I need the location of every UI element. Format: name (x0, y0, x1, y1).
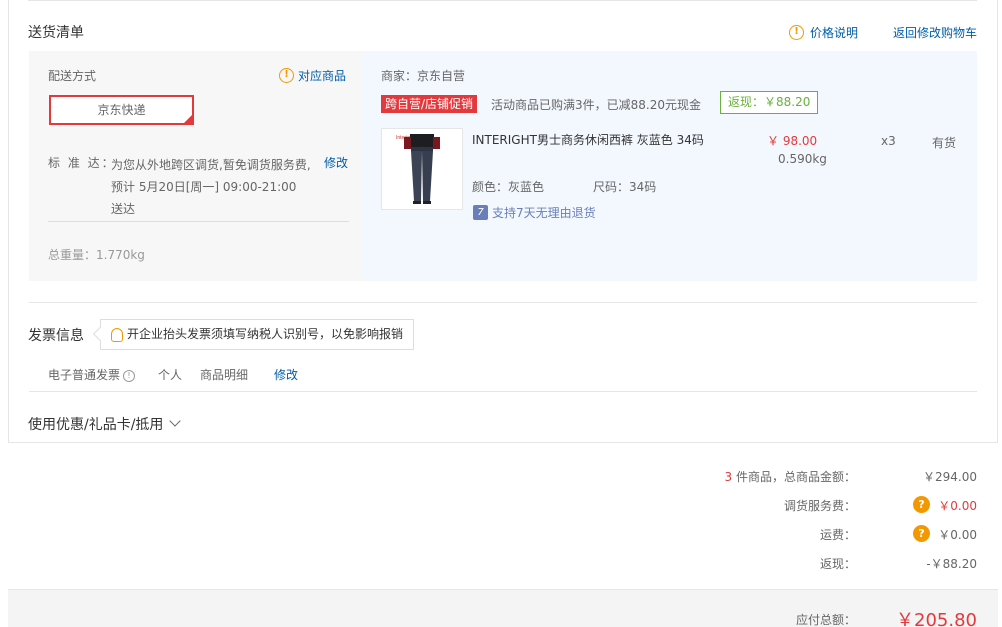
express-label: 京东快递 (97, 103, 146, 117)
price-explain-label: 价格说明 (810, 26, 859, 40)
modify-delivery-link[interactable]: 修改 (324, 154, 348, 171)
product-name-link[interactable]: INTERIGHT男士商务休闲西裤 灰蓝色 34码 (472, 131, 704, 148)
invoice-content-type: 商品明细 (200, 368, 249, 382)
standard-delivery-info: 为您从外地跨区调货,暂免调货服务费, 预计 5月20日[周一] 09:00-21… (111, 154, 321, 220)
match-goods-label: 对应商品 (298, 69, 347, 83)
merchant-name: 商家：京东自营 (381, 69, 466, 83)
invoice-type: 电子普通发票! (48, 366, 136, 383)
product-quantity: x3 (881, 134, 896, 148)
standard-line-2: 预计 5月20日[周一] 09:00-21:00 (111, 180, 297, 194)
invoice-type-label: 电子普通发票 (48, 368, 121, 382)
invoice-title-type: 个人 (158, 368, 183, 382)
modify-invoice-link[interactable]: 修改 (274, 366, 298, 383)
goods-label-text: 件商品，总商品金额： (732, 470, 856, 484)
info-circle-icon: ! (279, 68, 294, 83)
promo-tag: 跨自营/店铺促销 (381, 95, 478, 113)
coupon-toggle[interactable]: 使用优惠/礼品卡/抵用 (28, 414, 182, 434)
match-goods-link[interactable]: ! 对应商品 (279, 67, 346, 84)
invoice-section-title: 发票信息 (28, 328, 84, 344)
ship-mode-label: 配送方式 (48, 69, 97, 83)
standard-line-1: 为您从外地跨区调货,暂免调货服务费, (111, 158, 311, 172)
divider (29, 302, 977, 303)
invoice-tip-text: 开企业抬头发票须填写纳税人识别号，以免影响报销 (127, 327, 404, 341)
product-size: 尺码：34码 (593, 180, 657, 194)
divider (48, 221, 349, 222)
return-7day-icon: 7 (473, 205, 488, 220)
info-circle-icon: ! (789, 25, 804, 40)
delivery-section-title: 送货清单 (28, 25, 84, 41)
stock-status: 有货 (932, 136, 957, 150)
return-policy-link[interactable]: 7 支持7天无理由退货 (473, 204, 596, 221)
rebate-amount: -￥88.20 (926, 557, 977, 571)
service-fee-label: 调货服务费： (783, 499, 856, 513)
invoice-tooltip: 开企业抬头发票须填写纳税人识别号，以免影响报销 (92, 319, 415, 350)
service-fee: ￥0.00 (938, 499, 977, 513)
product-image[interactable]: Interight (381, 128, 463, 210)
promo-text: 活动商品已购满3件，已减88.20元现金 (491, 98, 701, 112)
standard-line-3: 送达 (111, 202, 136, 216)
total-weight: 总重量：1.770kg (48, 248, 145, 262)
freight: ￥0.00 (938, 528, 977, 542)
back-to-cart-link[interactable]: 返回修改购物车 (893, 24, 977, 41)
goods-amount-label: 3 件商品，总商品金额： (596, 468, 856, 485)
product-weight: 0.590kg (778, 152, 827, 166)
payable-amount: ￥205.80 (896, 610, 977, 627)
coupon-label: 使用优惠/礼品卡/抵用 (28, 417, 164, 433)
info-icon[interactable]: ! (123, 369, 136, 382)
bulb-icon (111, 327, 123, 342)
rebate-label: 返现： (819, 557, 856, 571)
rebate-tag: 返现：￥88.20 (720, 91, 819, 114)
freight-label: 运费： (819, 528, 856, 542)
divider (28, 0, 977, 1)
divider (29, 391, 977, 392)
goods-amount: ￥294.00 (923, 470, 977, 484)
trousers-image: Interight (396, 134, 440, 204)
payable-label: 应付总额： (795, 613, 856, 627)
product-color: 颜色：灰蓝色 (472, 180, 545, 194)
return-policy-label: 支持7天无理由退货 (492, 206, 596, 220)
standard-delivery-label: 标 准 达： (48, 156, 116, 170)
checkmark-icon: ✓ (184, 114, 191, 123)
product-price: ￥ 98.00 (767, 134, 818, 148)
price-explain-link[interactable]: ! 价格说明 (789, 24, 858, 41)
chevron-down-icon (169, 415, 182, 427)
jd-express-option[interactable]: 京东快递 ✓ (49, 95, 194, 125)
